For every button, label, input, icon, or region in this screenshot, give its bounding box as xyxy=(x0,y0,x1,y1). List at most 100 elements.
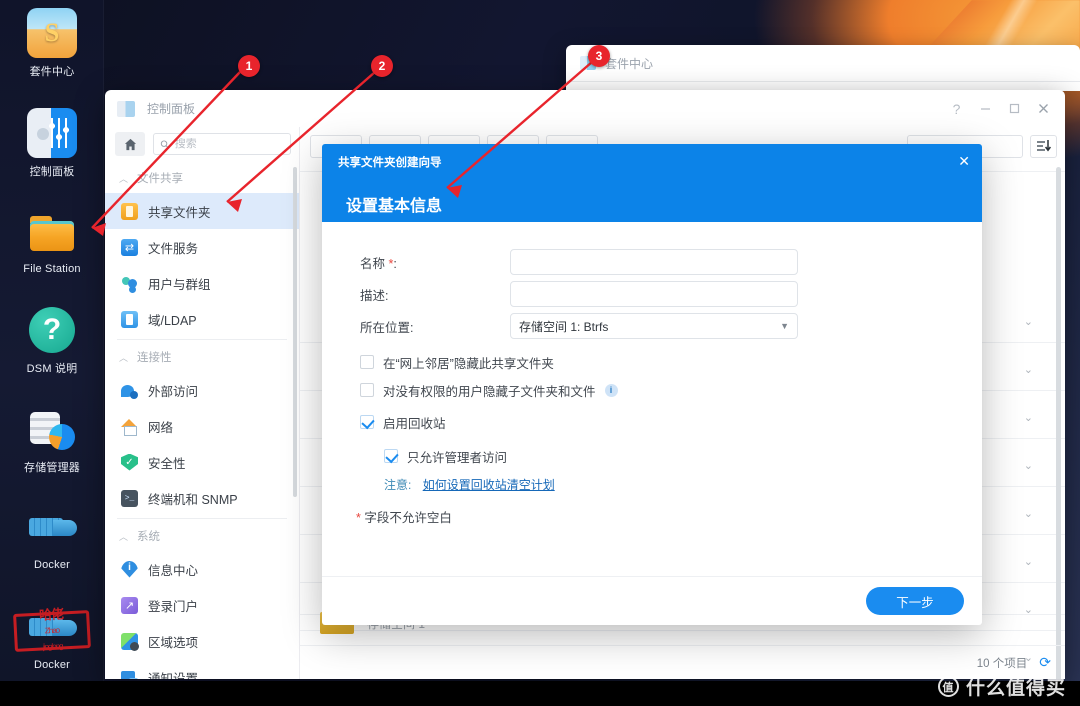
control-panel-titlebar: 控制面板 ? xyxy=(105,90,1065,127)
dock-item-docker-2[interactable]: Docker 哈佬 Zhao jinglong xyxy=(0,604,104,671)
window-controls: ? xyxy=(943,90,1057,127)
sidebar-item-label: 用户与群组 xyxy=(148,277,211,292)
stamp-line1: 哈佬 xyxy=(38,606,64,623)
item-count-label: 10 个项目 xyxy=(976,657,1028,670)
sidebar-item-external-access[interactable]: 外部访问 xyxy=(105,372,299,408)
stamp-line3: jinglong xyxy=(42,641,63,652)
login-portal-icon xyxy=(121,596,138,614)
dock-item-storage-manager[interactable]: 存储管理器 xyxy=(0,404,104,475)
hide-in-network-neighborhood-checkbox[interactable] xyxy=(360,355,374,369)
hide-subfolders-checkbox[interactable] xyxy=(360,383,374,397)
chevron-down-icon[interactable]: ⌄ xyxy=(1024,507,1033,520)
form-row-description: 描述: xyxy=(322,278,982,310)
sidebar-item-regional-options[interactable]: 区域选项 xyxy=(105,623,299,659)
home-icon[interactable] xyxy=(115,132,145,156)
dock-item-label: DSM 说明 xyxy=(26,363,78,375)
dock-item-dsm-help[interactable]: DSM 说明 xyxy=(0,305,104,376)
chevron-down-icon: ▼ xyxy=(780,321,789,331)
field-label-name: 名称 *: xyxy=(360,256,397,271)
search-input-wrapper[interactable] xyxy=(153,133,291,155)
dock-item-control-panel[interactable]: 控制面板 xyxy=(0,108,104,179)
wallpaper-leaf-vein xyxy=(983,0,1066,46)
sidebar-item-file-services[interactable]: 文件服务 xyxy=(105,229,299,265)
dock-item-package-center[interactable]: 套件中心 xyxy=(0,8,104,79)
search-icon xyxy=(160,139,170,149)
chevron-down-icon[interactable]: ⌄ xyxy=(1024,411,1033,424)
location-select[interactable]: 存储空间 1: Btrfs ▼ xyxy=(510,313,798,339)
sidebar-scrollbar[interactable] xyxy=(293,167,297,497)
users-groups-icon xyxy=(121,275,138,292)
annotation-badge-3: 3 xyxy=(588,45,610,67)
sidebar-group-label: 连接性 xyxy=(137,352,172,364)
chevron-down-icon[interactable]: ⌄ xyxy=(1024,363,1033,376)
annotation-badge-2: 2 xyxy=(371,55,393,77)
location-select-value: 存储空间 1: Btrfs xyxy=(519,319,609,334)
sidebar-item-shared-folder[interactable]: 共享文件夹 xyxy=(105,193,299,229)
package-center-window[interactable]: 套件中心 xyxy=(566,45,1080,91)
sidebar-item-label: 网络 xyxy=(148,420,174,435)
next-button[interactable]: 下一步 xyxy=(866,587,964,615)
chevron-down-icon[interactable]: ⌄ xyxy=(1024,555,1033,568)
info-icon[interactable]: i xyxy=(604,383,618,397)
control-panel-title: 控制面板 xyxy=(147,102,196,116)
dock-item-label: Docker xyxy=(33,659,71,671)
maximize-button[interactable] xyxy=(1001,95,1028,122)
description-input[interactable] xyxy=(510,281,798,307)
checkbox-row-hide-network[interactable]: 在“网上邻居”隐藏此共享文件夹 xyxy=(322,348,982,376)
package-center-titlebar: 套件中心 xyxy=(566,45,1080,81)
name-input[interactable] xyxy=(510,249,798,275)
admin-only-access-checkbox[interactable] xyxy=(384,449,398,463)
close-button[interactable] xyxy=(1030,95,1057,122)
warning-text: 字段不允许空白 xyxy=(364,511,452,525)
stamp-line2: Zhao xyxy=(44,625,60,636)
sidebar-item-security[interactable]: 安全性 xyxy=(105,444,299,480)
shared-folder-wizard-dialog[interactable]: 共享文件夹创建向导 设置基本信息 ✕ 名称 *: 描述: 所在位置: 存储空间 … xyxy=(322,144,982,625)
search-input[interactable] xyxy=(174,138,284,150)
checkbox-row-admin-only[interactable]: 只允许管理者访问 xyxy=(322,442,982,470)
main-scrollbar[interactable] xyxy=(1056,167,1061,679)
recycle-bin-schedule-link[interactable]: 如何设置回收站清空计划 xyxy=(423,478,555,492)
sidebar-item-label: 终端机和 SNMP xyxy=(148,492,238,507)
checkbox-label: 只允许管理者访问 xyxy=(407,450,508,465)
sidebar-item-terminal-snmp[interactable]: 终端机和 SNMP xyxy=(105,480,299,516)
sidebar-item-network[interactable]: 网络 xyxy=(105,408,299,444)
sidebar-group-label: 系统 xyxy=(137,531,161,543)
external-access-icon xyxy=(121,382,138,399)
terminal-snmp-icon xyxy=(121,489,138,507)
sidebar-item-list: ︿ 文件共享 共享文件夹 文件服务 用户与群组 域/LDAP xyxy=(105,161,299,679)
sidebar-item-info-center[interactable]: 信息中心 xyxy=(105,551,299,587)
domain-ldap-icon xyxy=(121,310,138,328)
sidebar-item-label: 信息中心 xyxy=(148,563,199,578)
close-icon[interactable]: ✕ xyxy=(958,154,970,168)
sidebar-group-system[interactable]: ︿ 系统 xyxy=(105,519,299,551)
checkbox-label: 启用回收站 xyxy=(383,416,446,431)
chevron-down-icon[interactable]: ⌄ xyxy=(1024,315,1033,328)
dsm-help-icon xyxy=(27,305,77,355)
checkbox-row-hide-subfolders[interactable]: 对没有权限的用户隐藏子文件夹和文件 i xyxy=(322,376,982,404)
dock-item-file-station[interactable]: File Station xyxy=(0,208,104,275)
dialog-window-title: 共享文件夹创建向导 xyxy=(338,157,442,169)
minimize-button[interactable] xyxy=(972,95,999,122)
chevron-down-icon[interactable]: ⌄ xyxy=(1024,459,1033,472)
sidebar-item-domain-ldap[interactable]: 域/LDAP xyxy=(105,301,299,337)
note-prefix: 注意: xyxy=(384,478,412,492)
enable-recycle-bin-checkbox[interactable] xyxy=(360,415,374,429)
sidebar-item-login-portal[interactable]: 登录门户 xyxy=(105,587,299,623)
sort-list-icon[interactable] xyxy=(1030,134,1057,158)
desktop-dock: 套件中心 控制面板 File Station DSM 说明 存储管理器 Dock… xyxy=(0,0,104,681)
sidebar-item-label: 登录门户 xyxy=(148,599,199,614)
storage-manager-icon xyxy=(27,404,77,454)
refresh-icon[interactable]: ⟳ xyxy=(1039,654,1051,671)
sidebar-group-file-sharing[interactable]: ︿ 文件共享 xyxy=(105,161,299,193)
sidebar-item-users-groups[interactable]: 用户与群组 xyxy=(105,265,299,301)
checkbox-row-enable-recycle-bin[interactable]: 启用回收站 xyxy=(322,408,982,436)
dock-item-label: 存储管理器 xyxy=(24,462,80,474)
sidebar-group-connectivity[interactable]: ︿ 连接性 xyxy=(105,340,299,372)
dock-item-label: 控制面板 xyxy=(29,166,75,178)
help-button[interactable]: ? xyxy=(943,95,970,122)
chevron-up-icon: ︿ xyxy=(119,173,129,184)
sidebar-item-notification[interactable]: 通知设置 xyxy=(105,659,299,679)
field-label-description: 描述: xyxy=(360,288,389,303)
dock-item-docker[interactable]: Docker xyxy=(0,504,104,571)
sidebar-item-label: 共享文件夹 xyxy=(148,205,211,220)
